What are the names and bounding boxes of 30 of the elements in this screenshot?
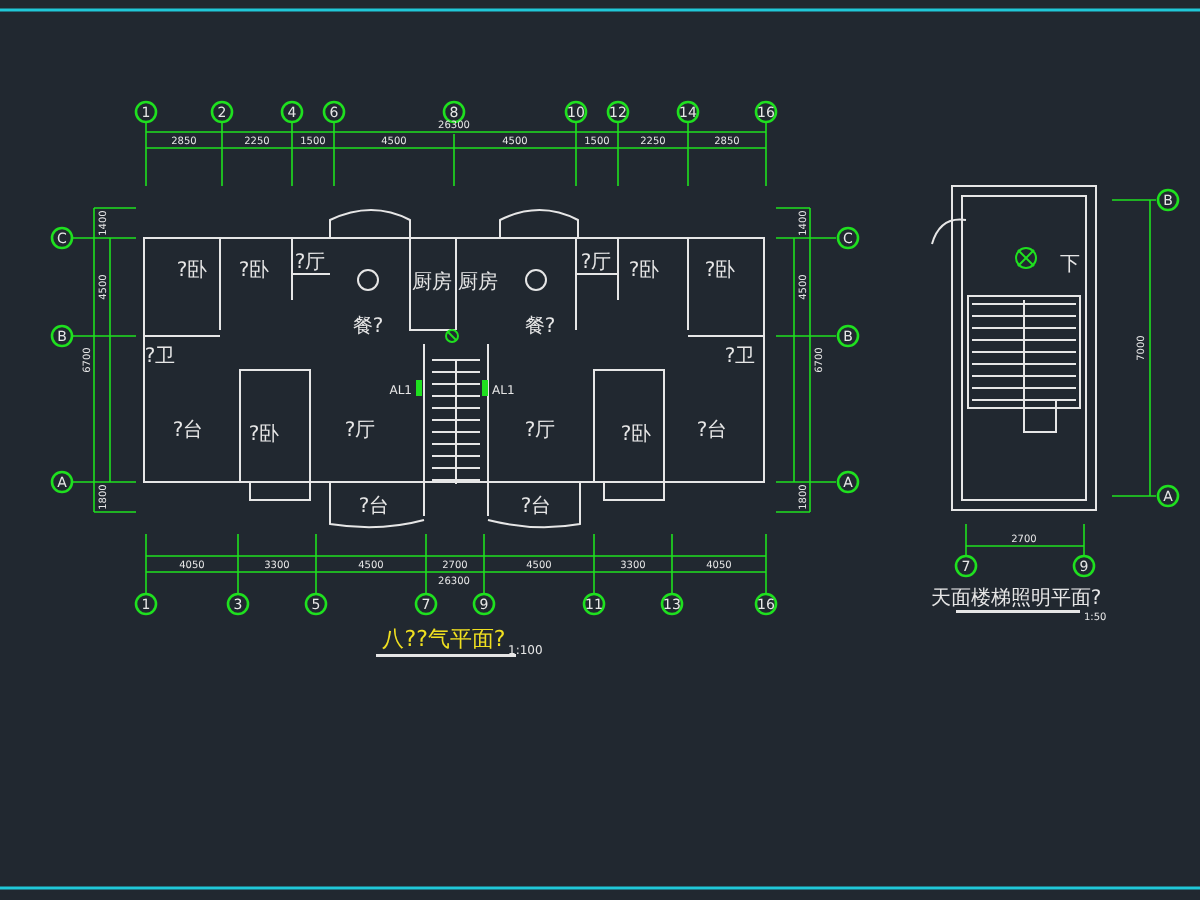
room-label: ?厅: [344, 420, 376, 442]
room-label: ?台: [696, 420, 728, 442]
room-label: ?厅: [294, 252, 326, 274]
panel-marker: [416, 380, 422, 396]
panel-marker: [482, 380, 488, 396]
room-label: ?卧: [704, 260, 736, 282]
room-label: 餐?: [524, 316, 556, 338]
room-label: ?卧: [176, 260, 208, 282]
room-label: ?台: [358, 496, 390, 518]
stair-direction-label: 下: [1060, 254, 1080, 276]
room-label: ?厅: [580, 252, 612, 274]
room-label: ?卧: [628, 260, 660, 282]
room-label: ?台: [172, 420, 204, 442]
axis-circle: [442, 100, 466, 124]
room-label: ?台: [520, 496, 552, 518]
drawing-title: 八??气平面?: [382, 626, 506, 652]
light-fixture-icon: [445, 329, 459, 343]
drawing-title: 天面楼梯照明平面?: [930, 588, 1102, 610]
room-label: ?卫: [724, 346, 756, 368]
room-label: ?卫: [144, 346, 176, 368]
title-underline: [956, 610, 1080, 613]
light-fixture-icon: [1015, 247, 1037, 269]
room-label: ?卧: [238, 260, 270, 282]
room-label: ?厅: [524, 420, 556, 442]
title-underline: [376, 654, 516, 657]
room-label: 厨房: [458, 272, 498, 294]
room-label: 厨房: [412, 272, 452, 294]
room-label: 餐?: [352, 316, 384, 338]
room-label: ?卧: [248, 424, 280, 446]
room-label: ?卧: [620, 424, 652, 446]
